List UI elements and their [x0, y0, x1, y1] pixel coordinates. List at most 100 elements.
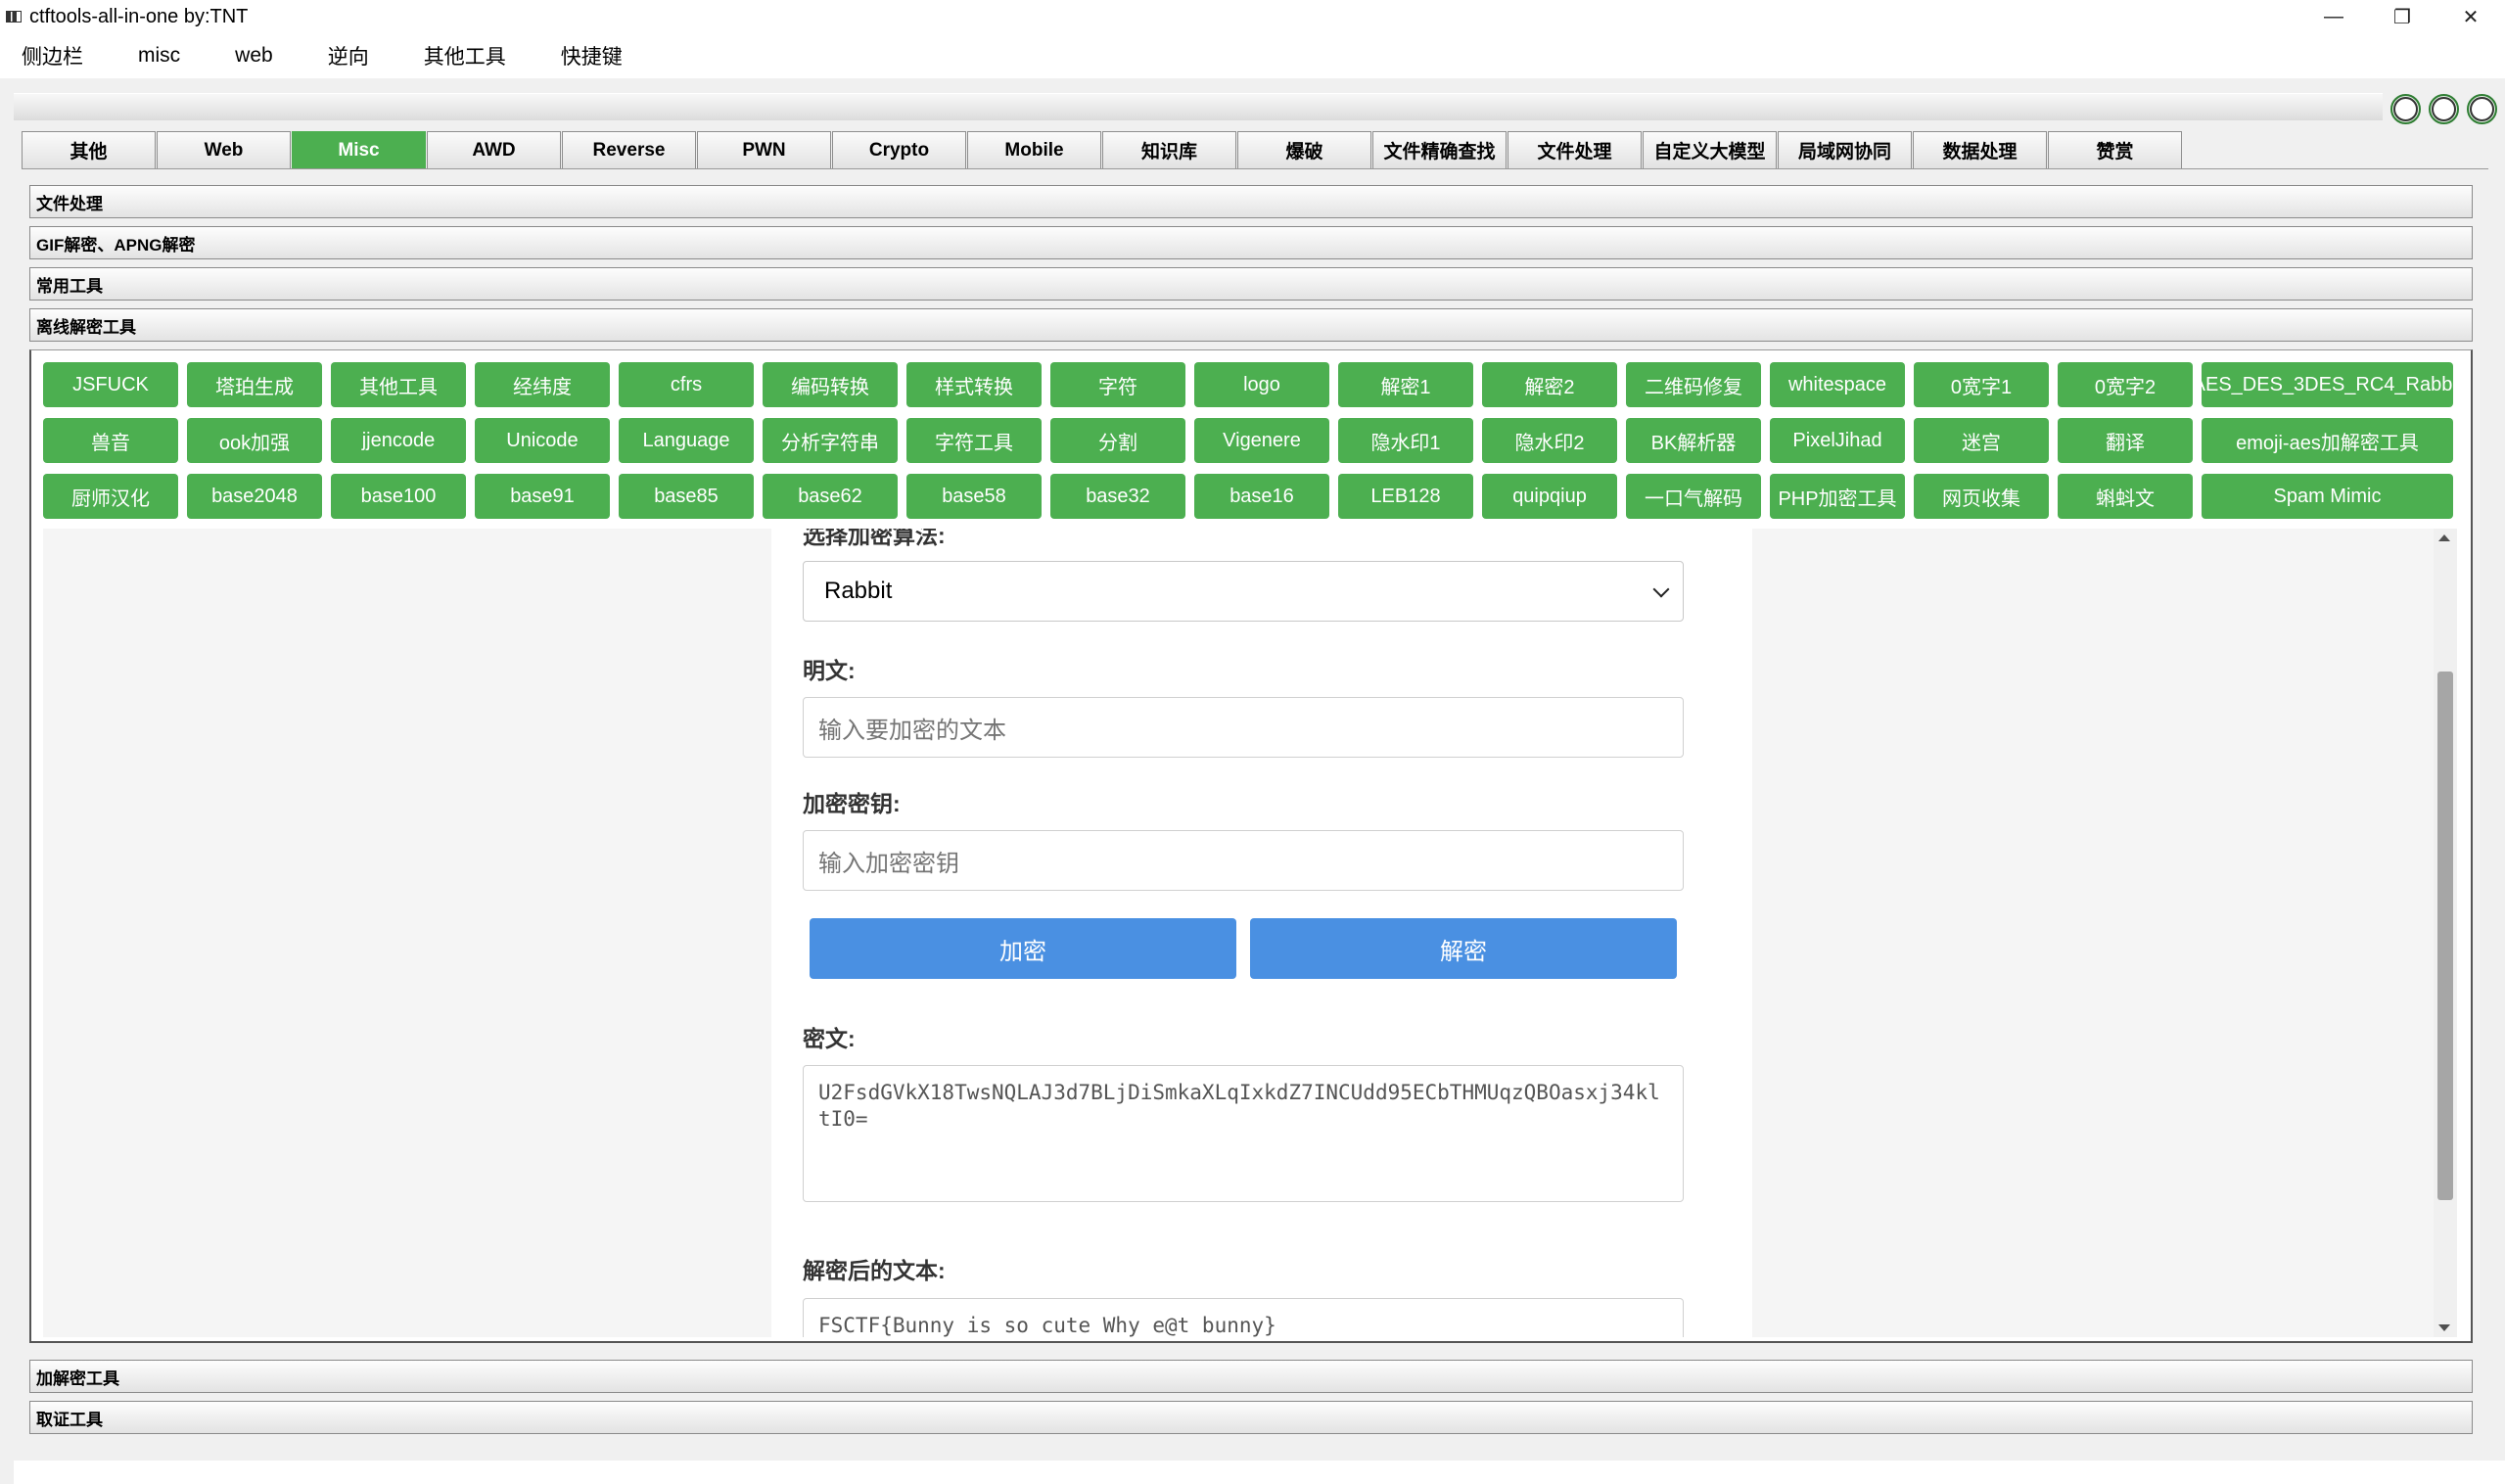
ciphertext-textarea[interactable]: U2FsdGVkX18TwsNQLAJ3d7BLjDiSmkaXLqIxkdZ7…	[803, 1065, 1684, 1202]
tool-button[interactable]: 解密2	[1482, 362, 1617, 407]
bottom-strip	[14, 1461, 2505, 1484]
tool-button[interactable]: Unicode	[475, 418, 610, 463]
tool-button[interactable]: 字符工具	[906, 418, 1042, 463]
tool-button[interactable]: base16	[1194, 474, 1329, 519]
tab-14[interactable]: 数据处理	[1913, 131, 2047, 168]
scroll-down-icon[interactable]	[2438, 1324, 2450, 1331]
scrollbar-thumb[interactable]	[2437, 672, 2453, 1200]
main-tabs: 其他 Web Misc AWD Reverse PWN Crypto Mobile 知识库 爆破文…	[22, 131, 2183, 168]
menu-bar: 侧边栏 misc web 逆向 其他工具 快捷键	[0, 33, 2505, 78]
tab-8[interactable]: 知识库	[1102, 131, 1236, 168]
tool-button[interactable]: 蝌蚪文	[2058, 474, 2193, 519]
tab-1[interactable]: Web	[157, 131, 291, 168]
menu-reverse[interactable]: 逆向	[316, 41, 391, 70]
tool-button[interactable]: 兽音	[43, 418, 178, 463]
section-encrypt-decrypt-tools[interactable]: 加解密工具	[29, 1360, 2473, 1393]
tab-5[interactable]: PWN	[697, 131, 831, 168]
algo-select-value: Rabbit	[824, 578, 893, 604]
tool-button[interactable]: base100	[331, 474, 466, 519]
tool-button[interactable]: 隐水印1	[1338, 418, 1473, 463]
section-file-processing[interactable]: 文件处理	[29, 185, 2473, 218]
tab-12[interactable]: 自定义大模型	[1643, 131, 1777, 168]
plaintext-input[interactable]: 输入要加密的文本	[803, 697, 1684, 758]
section-forensics-tools[interactable]: 取证工具	[29, 1401, 2473, 1434]
tool-button[interactable]: whitespace	[1770, 362, 1905, 407]
maximize-button[interactable]: ❐	[2368, 0, 2436, 33]
tab-9[interactable]: 爆破	[1237, 131, 1371, 168]
result-textarea[interactable]: FSCTF{Bunny is so cute Why e@t bunny}	[803, 1298, 1684, 1337]
ciphertext-label: 密文:	[803, 1026, 856, 1051]
vertical-scrollbar[interactable]	[2434, 529, 2457, 1337]
decrypt-button[interactable]: 解密	[1250, 918, 1677, 979]
menu-shortcuts[interactable]: 快捷键	[549, 41, 644, 70]
section-gif-apng[interactable]: GIF解密、APNG解密	[29, 226, 2473, 259]
tool-button[interactable]: emoji-aes加解密工具	[2202, 418, 2453, 463]
tool-button[interactable]: logo	[1194, 362, 1329, 407]
tool-button[interactable]: 编码转换	[763, 362, 898, 407]
close-button[interactable]: ✕	[2436, 0, 2505, 33]
menu-sidebar[interactable]: 侧边栏	[10, 41, 105, 70]
tool-button[interactable]: 一口气解码	[1626, 474, 1761, 519]
algo-select[interactable]: Rabbit	[803, 561, 1684, 622]
tool-button[interactable]: jjencode	[331, 418, 466, 463]
circle-button-icon[interactable]	[2390, 94, 2421, 124]
tool-button[interactable]: cfrs	[619, 362, 754, 407]
tab-0[interactable]: 其他	[22, 131, 156, 168]
tool-button[interactable]: base2048	[187, 474, 322, 519]
tool-button[interactable]: quipqiup	[1482, 474, 1617, 519]
tool-button[interactable]: 其他工具	[331, 362, 466, 407]
scroll-up-icon[interactable]	[2438, 534, 2450, 541]
tool-button[interactable]: base32	[1050, 474, 1185, 519]
tool-button[interactable]: JSFUCK	[43, 362, 178, 407]
tool-button[interactable]: 分割	[1050, 418, 1185, 463]
tool-button[interactable]: Vigenere	[1194, 418, 1329, 463]
circle-button-icon[interactable]	[2467, 94, 2497, 124]
tool-button[interactable]: 二维码修复	[1626, 362, 1761, 407]
tab-6[interactable]: Crypto	[832, 131, 966, 168]
tool-button[interactable]: Language	[619, 418, 754, 463]
tool-button[interactable]: AES_DES_3DES_RC4_Rabbit	[2202, 362, 2453, 407]
tool-button[interactable]: PHP加密工具	[1770, 474, 1905, 519]
tool-button[interactable]: 网页收集	[1914, 474, 2049, 519]
tab-2[interactable]: Misc	[292, 131, 426, 168]
tool-button[interactable]: 解密1	[1338, 362, 1473, 407]
tool-button[interactable]: BK解析器	[1626, 418, 1761, 463]
menu-other-tools[interactable]: 其他工具	[412, 41, 528, 70]
tab-10[interactable]: 文件精确查找	[1372, 131, 1507, 168]
tab-7[interactable]: Mobile	[967, 131, 1101, 168]
tab-3[interactable]: AWD	[427, 131, 561, 168]
tool-button[interactable]: base85	[619, 474, 754, 519]
tool-button[interactable]: base91	[475, 474, 610, 519]
encrypt-button[interactable]: 加密	[810, 918, 1236, 979]
tool-button-grid: JSFUCK 塔珀生成 其他工具 经纬度 cfrs 编码转换 样式转换 字符 logo 解密1 解密…	[43, 362, 2461, 530]
menu-misc[interactable]: misc	[126, 44, 202, 68]
tool-button[interactable]: 塔珀生成	[187, 362, 322, 407]
tool-button[interactable]: LEB128	[1338, 474, 1473, 519]
tool-button[interactable]: Spam Mimic	[2202, 474, 2453, 519]
key-input[interactable]: 输入加密密钥	[803, 830, 1684, 891]
tool-button[interactable]: 样式转换	[906, 362, 1042, 407]
tool-button[interactable]: base58	[906, 474, 1042, 519]
tool-button[interactable]: 分析字符串	[763, 418, 898, 463]
tool-button[interactable]: 经纬度	[475, 362, 610, 407]
tool-button[interactable]: 厨师汉化	[43, 474, 178, 519]
tab-11[interactable]: 文件处理	[1508, 131, 1642, 168]
tab-4[interactable]: Reverse	[562, 131, 696, 168]
tool-button[interactable]: 隐水印2	[1482, 418, 1617, 463]
tab-13[interactable]: 局域网协同	[1778, 131, 1912, 168]
menu-web[interactable]: web	[223, 44, 295, 68]
tool-button[interactable]: ook加强	[187, 418, 322, 463]
tool-button[interactable]: PixelJihad	[1770, 418, 1905, 463]
tool-button[interactable]: 字符	[1050, 362, 1185, 407]
section-offline-decrypt[interactable]: 离线解密工具	[29, 308, 2473, 342]
tool-button[interactable]: 翻译	[2058, 418, 2193, 463]
circle-button-icon[interactable]	[2429, 94, 2459, 124]
tool-button[interactable]: 迷宫	[1914, 418, 2049, 463]
tool-button[interactable]: base62	[763, 474, 898, 519]
chevron-down-icon	[1652, 580, 1670, 598]
tool-button[interactable]: 0宽字2	[2058, 362, 2193, 407]
tool-button[interactable]: 0宽字1	[1914, 362, 2049, 407]
minimize-button[interactable]: —	[2299, 0, 2368, 33]
section-common-tools[interactable]: 常用工具	[29, 267, 2473, 301]
tab-15[interactable]: 赞赏	[2048, 131, 2182, 168]
